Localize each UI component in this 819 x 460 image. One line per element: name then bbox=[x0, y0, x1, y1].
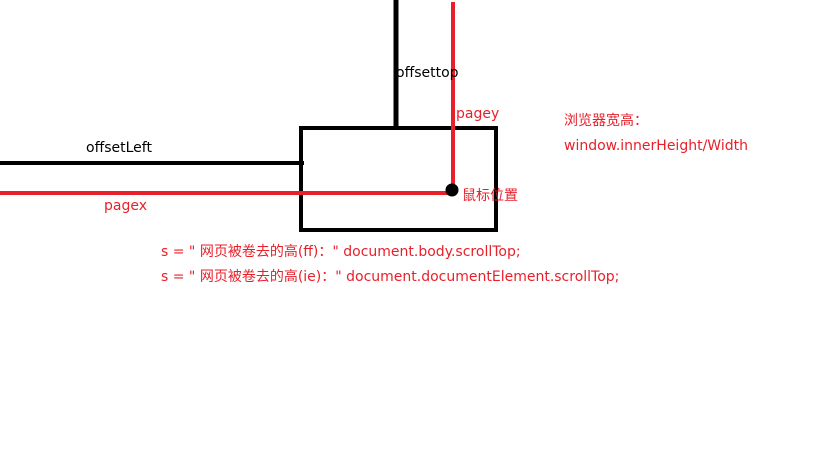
element-box bbox=[299, 126, 498, 232]
mouse-position-dot bbox=[445, 183, 459, 197]
code-line-ie: s = " 网页被卷去的高(ie)：" document.documentEle… bbox=[161, 269, 620, 285]
viewport-value: window.innerHeight/Width bbox=[564, 138, 748, 154]
offset-top-label: offsettop bbox=[396, 65, 459, 81]
page-y-label: pagey bbox=[456, 106, 500, 122]
mouse-position-label: 鼠标位置 bbox=[462, 188, 518, 204]
offset-left-label: offsetLeft bbox=[86, 140, 152, 156]
viewport-title: 浏览器宽高： bbox=[564, 113, 648, 129]
page-x-label: pagex bbox=[104, 198, 148, 214]
code-line-ff: s = " 网页被卷去的高(ff)：" document.body.scroll… bbox=[161, 244, 521, 260]
